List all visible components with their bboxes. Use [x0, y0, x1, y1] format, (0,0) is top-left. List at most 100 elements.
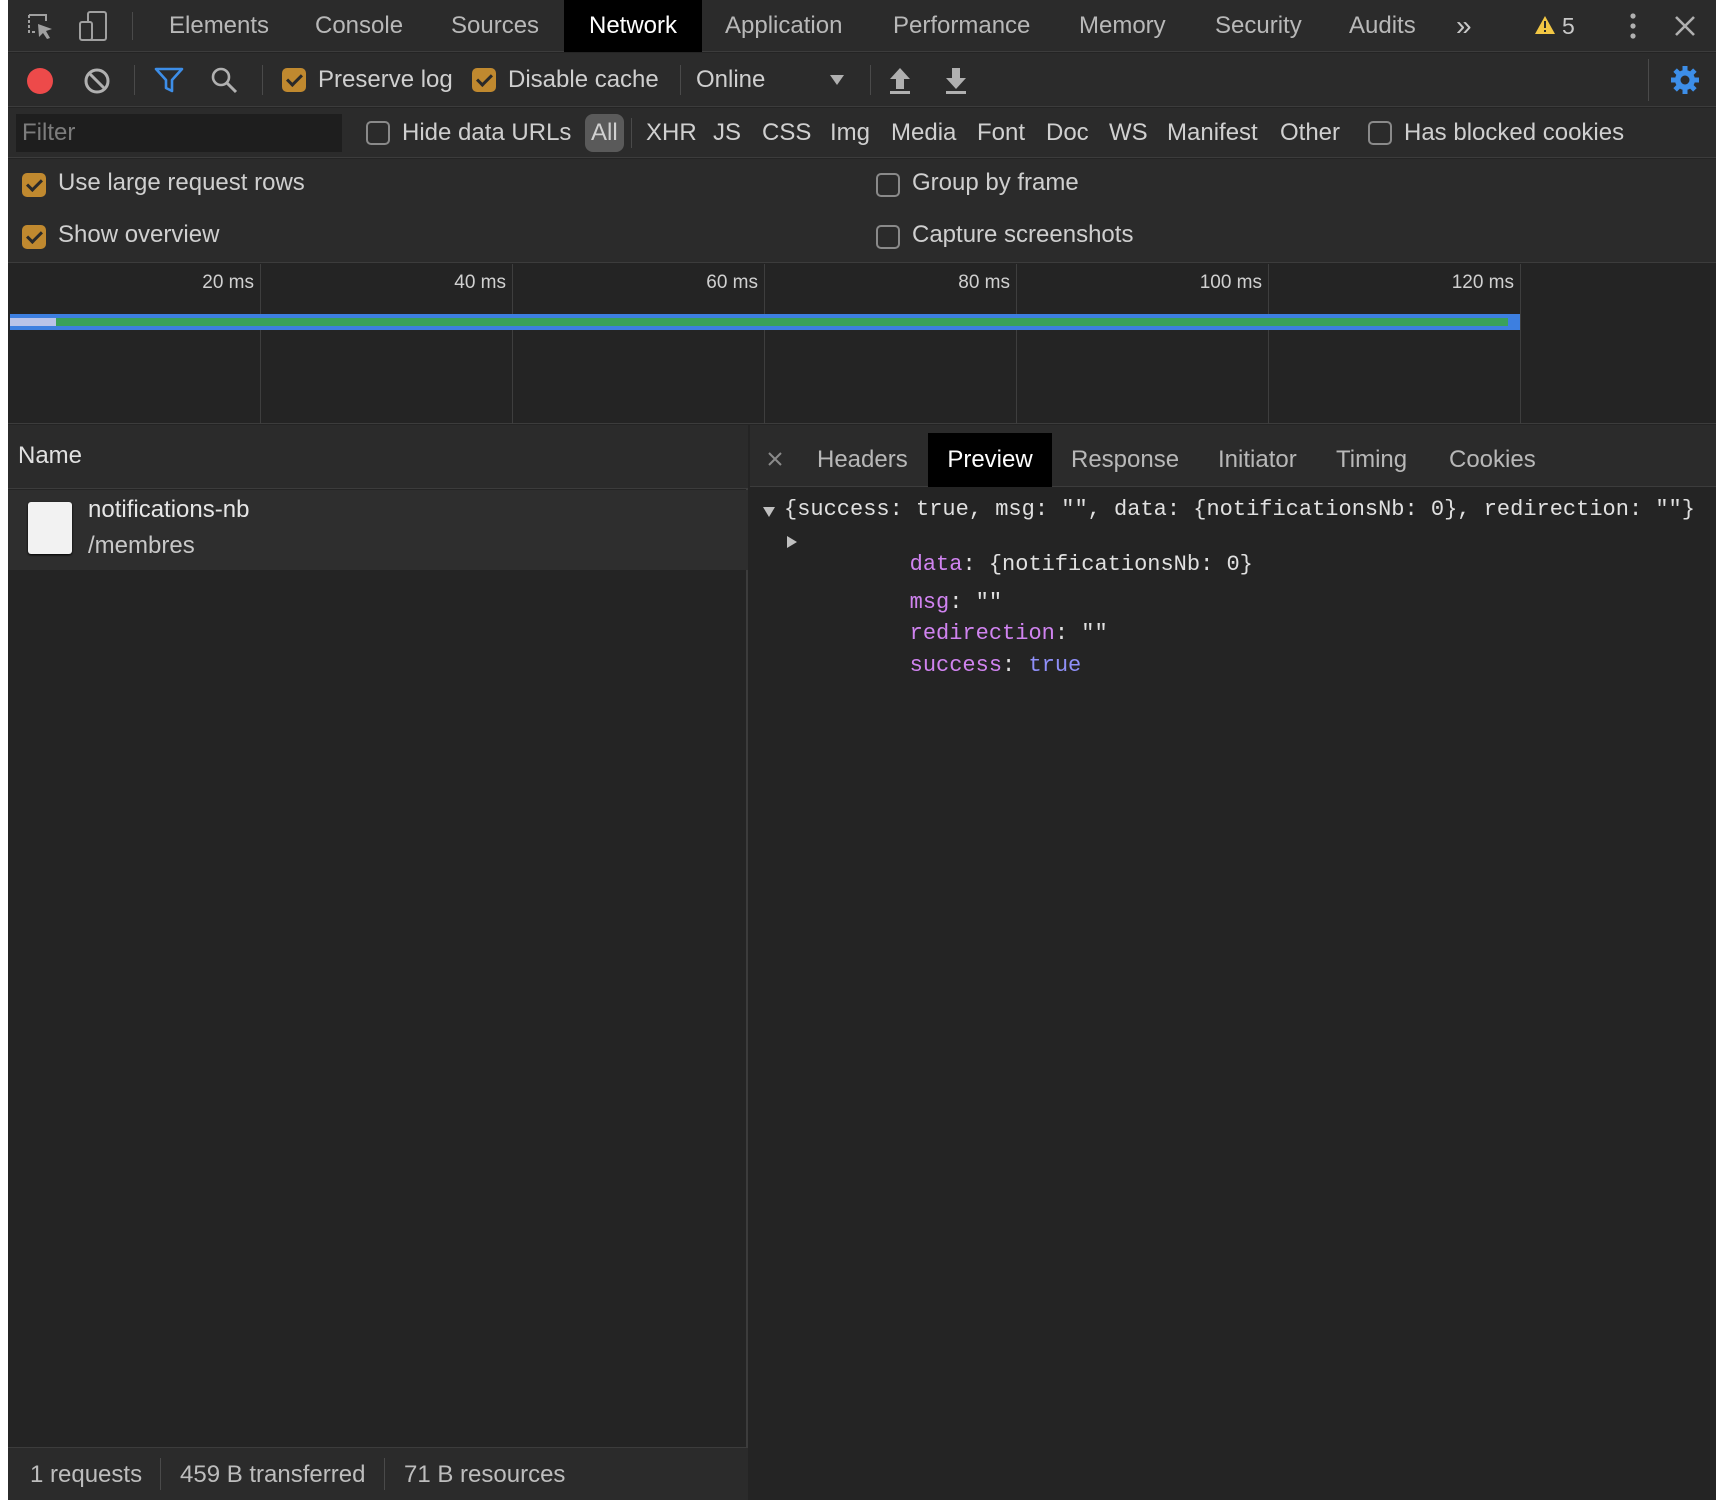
overview-tick-label: 80 ms: [958, 272, 1010, 293]
json-summary: {success: true, msg: "", data: {notifica…: [784, 497, 1695, 522]
tab-response[interactable]: Response: [1071, 433, 1179, 487]
inspect-element-icon[interactable]: [26, 12, 56, 42]
type-filter-img[interactable]: Img: [830, 108, 870, 158]
type-filter-css[interactable]: CSS: [762, 108, 811, 158]
document-file-icon: [28, 502, 72, 554]
device-toolbar-icon[interactable]: [78, 10, 110, 42]
hide-data-urls-checkbox[interactable]: [366, 121, 390, 145]
disable-cache-checkbox[interactable]: [472, 68, 496, 92]
capture-screenshots-checkbox[interactable]: [876, 225, 900, 249]
tab-performance[interactable]: Performance: [893, 0, 1030, 52]
separator: [1648, 59, 1649, 101]
separator: [160, 1458, 161, 1490]
preserve-log-label[interactable]: Preserve log: [318, 66, 453, 94]
use-large-rows-label[interactable]: Use large request rows: [58, 169, 305, 197]
import-har-icon[interactable]: [888, 65, 912, 95]
type-filter-media[interactable]: Media: [891, 108, 956, 158]
close-devtools-icon[interactable]: [1673, 14, 1697, 38]
export-har-icon[interactable]: [944, 65, 968, 95]
group-by-frame-checkbox[interactable]: [876, 173, 900, 197]
overview-waiting-segment: [10, 318, 56, 326]
overview-download-segment: [56, 318, 1508, 326]
type-filter-other[interactable]: Other: [1280, 108, 1340, 158]
disable-cache-label[interactable]: Disable cache: [508, 66, 659, 94]
more-tabs-icon[interactable]: »: [1456, 0, 1472, 52]
json-value: true: [1028, 653, 1082, 678]
close-details-icon[interactable]: [766, 447, 784, 466]
tab-headers[interactable]: Headers: [817, 433, 908, 487]
filter-input[interactable]: [16, 114, 342, 152]
main-tab-bar: Elements Console Sources Network Applica…: [8, 0, 1716, 52]
use-large-rows-checkbox[interactable]: [22, 173, 46, 197]
separator: [631, 118, 632, 148]
tab-preview[interactable]: Preview: [928, 433, 1052, 487]
show-overview-checkbox[interactable]: [22, 225, 46, 249]
overview-tick-label: 40 ms: [454, 272, 506, 293]
preserve-log-checkbox[interactable]: [282, 68, 306, 92]
record-icon[interactable]: [27, 68, 53, 94]
separator: [870, 65, 871, 95]
throttling-select[interactable]: Online: [696, 53, 856, 107]
tab-application[interactable]: Application: [725, 0, 842, 52]
type-filter-all[interactable]: All: [585, 114, 624, 152]
show-overview-label[interactable]: Show overview: [58, 221, 219, 249]
name-column-header[interactable]: Name: [8, 425, 748, 489]
collapsed-triangle-icon: [787, 536, 797, 548]
json-key: success: [909, 653, 1003, 678]
overview-tick-label: 60 ms: [706, 272, 758, 293]
search-icon[interactable]: [210, 66, 238, 94]
request-row[interactable]: notifications-nb /membres: [8, 490, 748, 570]
network-toolbar: Preserve log Disable cache Online: [8, 53, 1716, 107]
type-filter-font[interactable]: Font: [977, 108, 1025, 158]
capture-screenshots-label[interactable]: Capture screenshots: [912, 221, 1133, 249]
status-transferred: 459 B transferred: [180, 1461, 366, 1488]
request-path: /membres: [88, 532, 195, 559]
tab-console[interactable]: Console: [315, 0, 403, 52]
status-requests: 1 requests: [30, 1461, 143, 1488]
type-filter-ws[interactable]: WS: [1109, 108, 1148, 158]
network-settings-pane: Use large request rows Show overview Gro…: [8, 159, 1716, 263]
tab-initiator[interactable]: Initiator: [1218, 433, 1297, 487]
overview-request-bar: [10, 314, 1520, 330]
json-value: {notificationsNb: 0}: [988, 552, 1253, 577]
overview-gridline: [764, 264, 765, 424]
tab-sources[interactable]: Sources: [451, 0, 539, 52]
separator: [680, 65, 681, 95]
details-tab-bar: Headers Preview Response Initiator Timin…: [750, 425, 1716, 487]
tab-security[interactable]: Security: [1215, 0, 1302, 52]
json-colon: :: [1002, 653, 1029, 678]
tab-network[interactable]: Network: [564, 0, 702, 52]
more-options-icon[interactable]: [1628, 12, 1638, 40]
json-property-success: success: true: [804, 622, 1082, 678]
clear-icon[interactable]: [83, 67, 111, 95]
overview-tick-label: 120 ms: [1451, 272, 1514, 293]
hide-data-urls-label[interactable]: Hide data URLs: [402, 119, 571, 147]
filter-bar: Hide data URLs All XHR JS CSS Img Media …: [8, 108, 1716, 158]
tab-timing[interactable]: Timing: [1336, 433, 1407, 487]
separator: [384, 1458, 385, 1490]
window-edge: [0, 0, 8, 1500]
expanded-triangle-icon: [763, 507, 775, 517]
name-column-label: Name: [18, 442, 83, 469]
type-filter-js[interactable]: JS: [713, 108, 741, 158]
tab-cookies[interactable]: Cookies: [1449, 433, 1536, 487]
tab-elements[interactable]: Elements: [169, 0, 269, 52]
overview-gridline: [1520, 264, 1521, 424]
type-filter-doc[interactable]: Doc: [1046, 108, 1089, 158]
request-details-panel: Headers Preview Response Initiator Timin…: [750, 425, 1716, 1500]
has-blocked-cookies-label[interactable]: Has blocked cookies: [1404, 119, 1624, 147]
json-property-msg: msg: "": [804, 559, 1002, 615]
preview-pane: {success: true, msg: "", data: {notifica…: [750, 487, 1716, 1500]
tab-memory[interactable]: Memory: [1079, 0, 1166, 52]
json-value: "": [1081, 621, 1108, 646]
group-by-frame-label[interactable]: Group by frame: [912, 169, 1079, 197]
type-filter-xhr[interactable]: XHR: [646, 108, 697, 158]
overview-tick-label: 100 ms: [1199, 272, 1262, 293]
has-blocked-cookies-checkbox[interactable]: [1368, 121, 1392, 145]
filter-icon[interactable]: [154, 66, 184, 94]
network-overview[interactable]: 20 ms 40 ms 60 ms 80 ms 100 ms 120 ms: [8, 264, 1716, 424]
tab-audits[interactable]: Audits: [1349, 0, 1416, 52]
network-settings-gear-icon[interactable]: [1670, 65, 1700, 95]
type-filter-manifest[interactable]: Manifest: [1167, 108, 1258, 158]
overview-gridline: [260, 264, 261, 424]
